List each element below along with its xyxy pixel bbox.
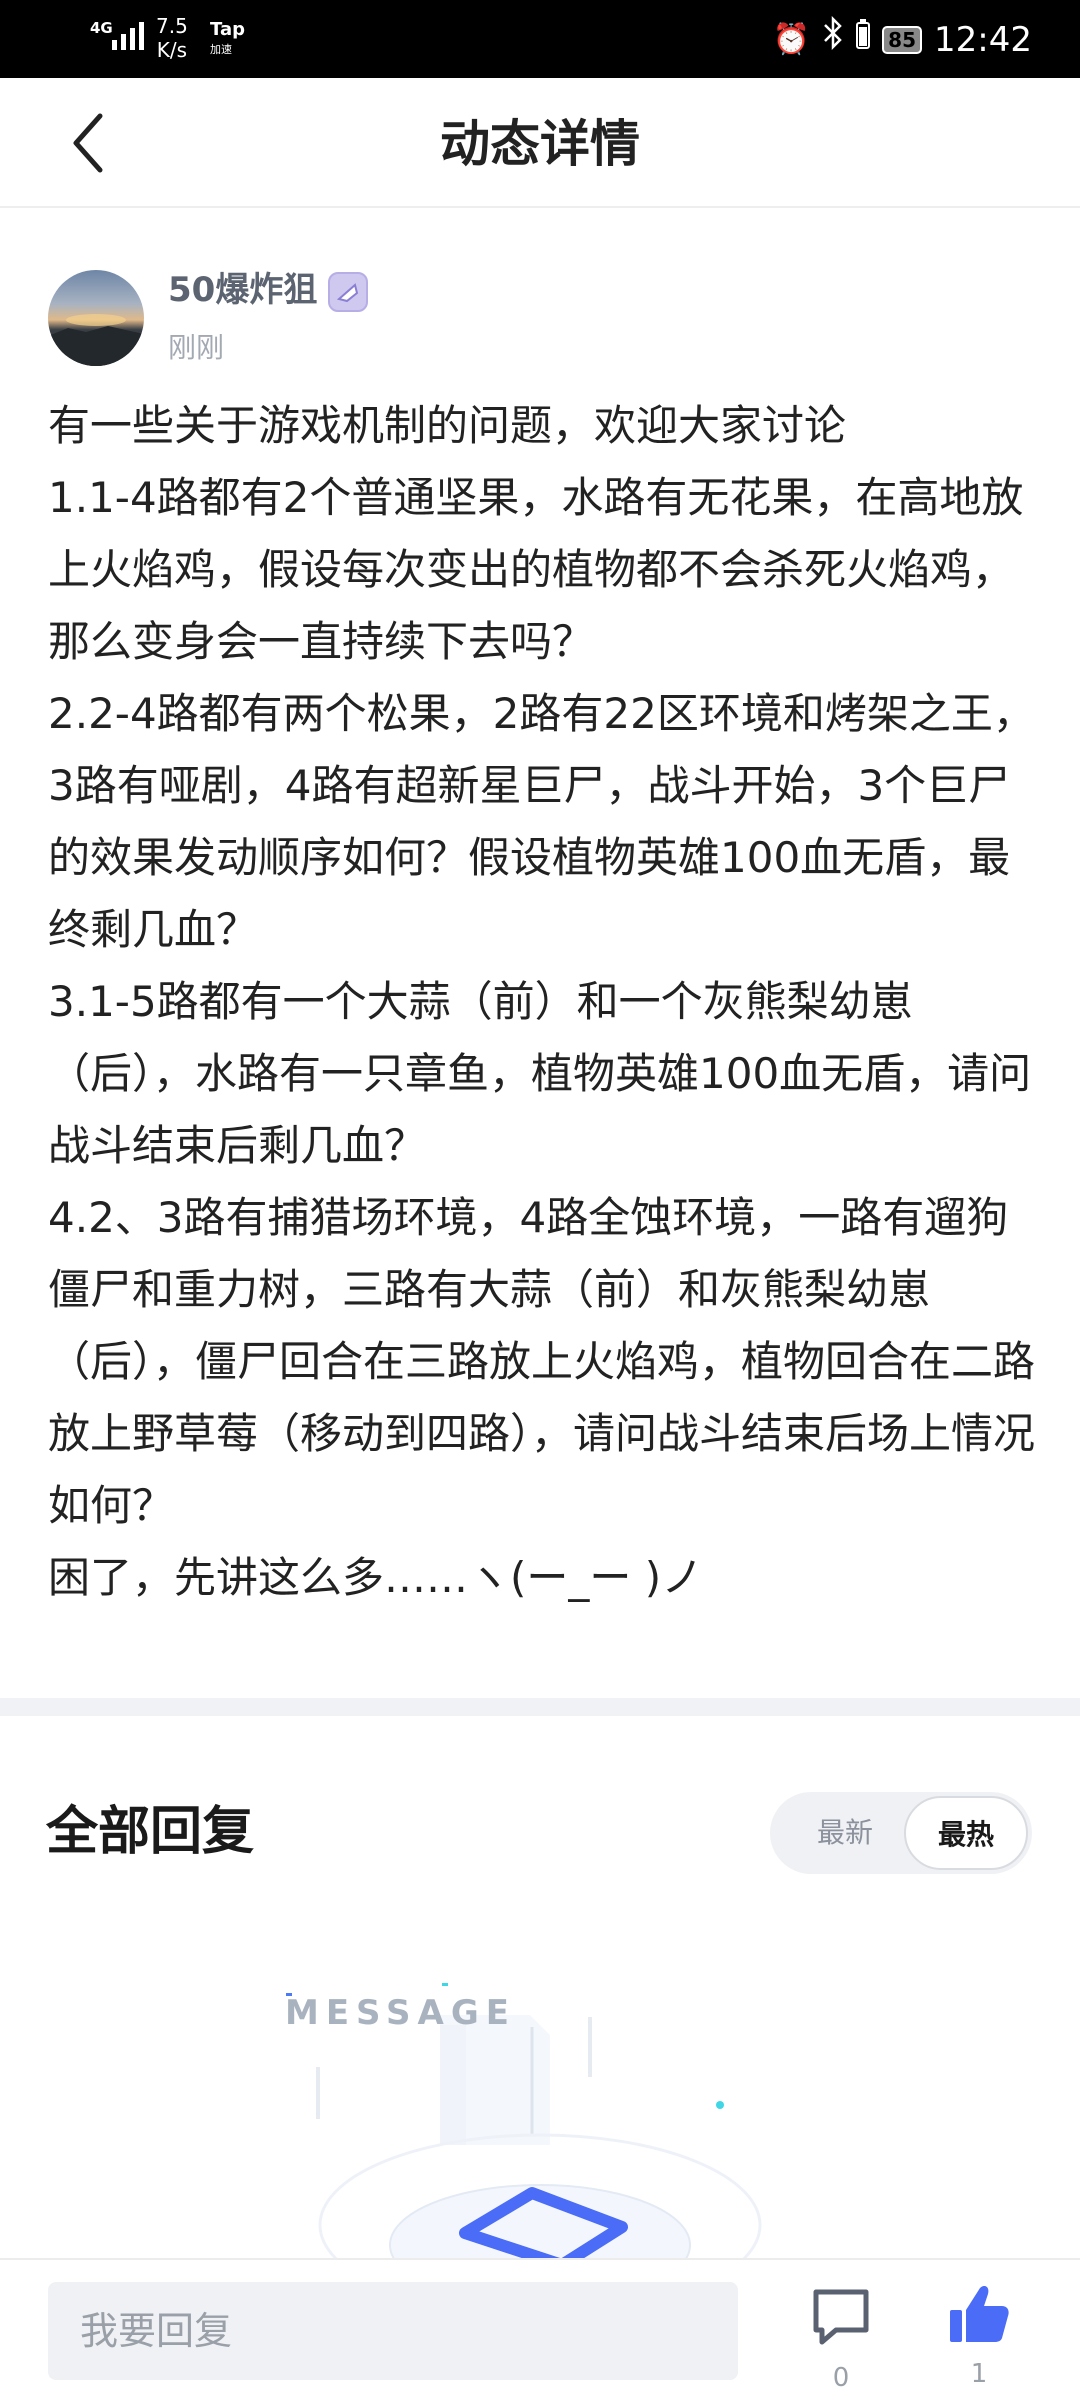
post-time: 刚刚 bbox=[168, 331, 225, 364]
author-name[interactable]: 50爆炸狙 bbox=[168, 268, 317, 312]
status-bar: 4G 7.5 K/s Tap 加速 ⏰ 85 12:42 bbox=[0, 0, 1080, 78]
battery-indicator-icon bbox=[856, 18, 871, 62]
network-type: 4G bbox=[90, 19, 113, 37]
avatar-image bbox=[48, 314, 144, 366]
avatar[interactable] bbox=[48, 270, 144, 366]
tap-accelerator: Tap 加速 bbox=[210, 20, 245, 60]
tap-label: Tap bbox=[210, 19, 245, 40]
like-button[interactable]: 1 bbox=[944, 2278, 1014, 2392]
comment-button[interactable]: 0 bbox=[806, 2282, 876, 2393]
network-speed: 7.5 K/s bbox=[156, 14, 188, 62]
status-right: ⏰ 85 12:42 bbox=[772, 15, 1032, 63]
tap-sub-label: 加速 bbox=[210, 43, 232, 56]
post-content: 有一些关于游戏机制的问题，欢迎大家讨论 1.1-4路都有2个普通坚果，水路有无花… bbox=[48, 401, 1036, 1602]
sort-hottest-button[interactable]: 最热 bbox=[904, 1796, 1028, 1870]
sort-toggle: 最新 最热 bbox=[770, 1792, 1032, 1874]
like-count: 1 bbox=[970, 2359, 988, 2389]
speed-unit: K/s bbox=[156, 38, 188, 62]
section-divider bbox=[0, 1698, 1080, 1716]
page-title: 动态详情 bbox=[440, 115, 640, 173]
sort-newest-button[interactable]: 最新 bbox=[790, 1792, 900, 1874]
speed-value: 7.5 bbox=[156, 14, 188, 38]
alarm-icon: ⏰ bbox=[772, 21, 811, 57]
replies-title: 全部回复 bbox=[46, 1802, 255, 1862]
signal-icon bbox=[112, 20, 144, 50]
bluetooth-icon bbox=[822, 15, 844, 63]
clock: 12:42 bbox=[934, 19, 1032, 60]
battery-icon: 85 bbox=[882, 25, 923, 54]
author-badge-icon bbox=[328, 272, 368, 312]
comment-count: 0 bbox=[832, 2363, 850, 2393]
bottom-bar: 0 1 bbox=[0, 2258, 1080, 2400]
app-header: 动态详情 bbox=[0, 78, 1080, 208]
reply-input[interactable] bbox=[48, 2282, 738, 2380]
thumbs-up-icon bbox=[950, 2286, 1009, 2342]
comment-icon bbox=[813, 2289, 869, 2345]
empty-state-label: MESSAGE bbox=[285, 1993, 516, 2033]
